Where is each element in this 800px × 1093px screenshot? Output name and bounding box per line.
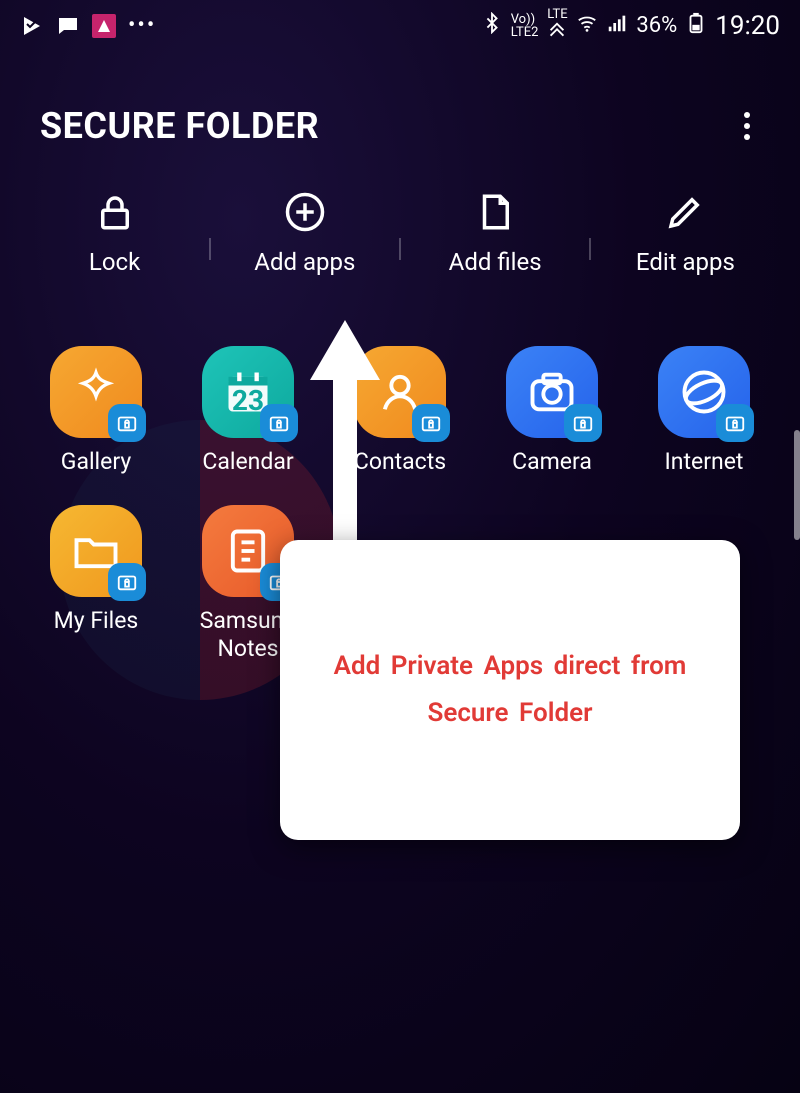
- app-gallery[interactable]: Gallery: [30, 346, 162, 475]
- secure-badge-icon: [108, 563, 146, 601]
- secure-badge-icon: [260, 404, 298, 442]
- page-title: SECURE FOLDER: [40, 105, 319, 147]
- pencil-icon: [664, 190, 706, 234]
- app-notification-icon: [92, 14, 116, 38]
- camera-icon: [506, 346, 598, 438]
- calendar-icon: 23: [202, 346, 294, 438]
- separator: [399, 238, 401, 260]
- clock: 19:20: [715, 11, 780, 41]
- status-bar: ••• Vo)) LTE2 LTE 36% 19:20: [0, 0, 800, 47]
- wifi-icon: [576, 12, 598, 40]
- internet-icon: [658, 346, 750, 438]
- secure-badge-icon: [716, 404, 754, 442]
- add-files-button[interactable]: Add files: [420, 190, 570, 276]
- contacts-icon: [354, 346, 446, 438]
- calendar-day: 23: [232, 384, 264, 417]
- app-calendar[interactable]: 23 Calendar: [182, 346, 314, 475]
- signal-icon: [606, 12, 628, 40]
- add-icon: [284, 190, 326, 234]
- lock-button[interactable]: Lock: [40, 190, 190, 276]
- bluetooth-icon: [481, 12, 503, 40]
- app-label: Calendar: [202, 448, 293, 475]
- separator: [209, 238, 211, 260]
- status-notifications: •••: [20, 13, 156, 38]
- play-notification-icon: [20, 14, 44, 38]
- edit-apps-button[interactable]: Edit apps: [610, 190, 760, 276]
- app-label: Contacts: [354, 448, 446, 475]
- callout-box: Add Private Apps direct from Secure Fold…: [280, 540, 740, 840]
- separator: [589, 238, 591, 260]
- add-apps-label: Add apps: [254, 248, 355, 276]
- add-apps-button[interactable]: Add apps: [230, 190, 380, 276]
- volte-indicator: Vo)) LTE2: [511, 13, 539, 39]
- overflow-menu-button[interactable]: [734, 102, 760, 150]
- app-contacts[interactable]: Contacts: [334, 346, 466, 475]
- edit-apps-label: Edit apps: [636, 248, 735, 276]
- lte-indicator: LTE: [546, 8, 568, 43]
- app-label: My Files: [54, 607, 139, 634]
- lock-icon: [94, 190, 136, 234]
- header: SECURE FOLDER: [0, 47, 800, 170]
- chat-notification-icon: [56, 14, 80, 38]
- app-camera[interactable]: Camera: [486, 346, 618, 475]
- app-label: Camera: [512, 448, 592, 475]
- add-files-label: Add files: [449, 248, 542, 276]
- more-notifications-icon: •••: [128, 13, 156, 38]
- gallery-icon: [50, 346, 142, 438]
- scrollbar[interactable]: [794, 430, 800, 540]
- lock-label: Lock: [89, 248, 140, 276]
- secure-badge-icon: [412, 404, 450, 442]
- battery-percent: 36%: [636, 13, 677, 38]
- app-internet[interactable]: Internet: [638, 346, 770, 475]
- app-label: Gallery: [61, 448, 131, 475]
- action-row: Lock Add apps Add files Edit apps: [0, 170, 800, 286]
- app-myfiles[interactable]: My Files: [30, 505, 162, 662]
- app-label: Internet: [665, 448, 744, 475]
- status-indicators: Vo)) LTE2 LTE 36% 19:20: [481, 8, 780, 43]
- secure-badge-icon: [108, 404, 146, 442]
- folder-icon: [50, 505, 142, 597]
- callout-text: Add Private Apps direct from Secure Fold…: [320, 643, 700, 737]
- secure-badge-icon: [564, 404, 602, 442]
- file-icon: [474, 190, 516, 234]
- battery-icon: [685, 12, 707, 40]
